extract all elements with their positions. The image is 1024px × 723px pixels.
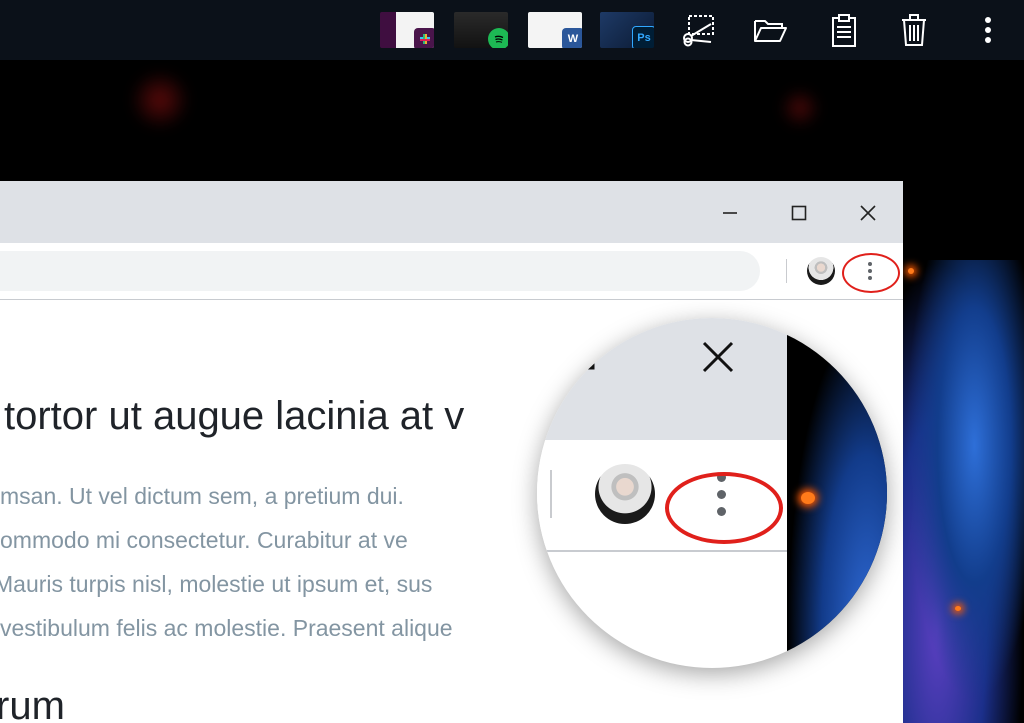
window-titlebar[interactable] [0, 181, 903, 243]
trash-icon[interactable] [896, 12, 932, 48]
lens-toolbar [537, 440, 787, 552]
close-icon[interactable] [848, 193, 888, 233]
close-icon [702, 341, 734, 373]
lens-desktop [787, 318, 887, 668]
menu-highlight-ring [665, 472, 783, 544]
screenshot-scissors-icon[interactable] [681, 12, 717, 48]
maximize-icon[interactable] [779, 193, 819, 233]
word-icon: W [562, 28, 582, 48]
address-bar[interactable] [0, 251, 760, 291]
minimize-icon[interactable] [710, 193, 750, 233]
magnifier-lens [537, 318, 887, 668]
lens-titlebar [537, 318, 787, 440]
browser-toolbar [0, 243, 903, 300]
spotify-window-thumb[interactable] [454, 12, 508, 48]
folder-open-icon[interactable] [752, 12, 788, 48]
paragraph-line: vestibulum felis ac molestie. Praesent a… [0, 615, 453, 641]
paragraph-line: ommodo mi consectetur. Curabitur at ve [0, 527, 408, 553]
toolbar-divider [550, 470, 552, 518]
desktop-ember [955, 606, 961, 611]
menu-highlight-ring [842, 253, 900, 293]
profile-avatar[interactable] [807, 257, 835, 285]
photoshop-icon: Ps [632, 26, 654, 48]
paragraph-line: Mauris turpis nisl, molestie ut ipsum et… [0, 571, 433, 597]
desktop-ember [908, 268, 914, 274]
profile-avatar [595, 464, 655, 524]
toolbar-divider [786, 259, 787, 283]
desktop-glow [780, 88, 820, 128]
photoshop-window-thumb[interactable]: Ps [600, 12, 654, 48]
slack-window-thumb[interactable] [380, 12, 434, 48]
maximize-icon [577, 348, 595, 370]
paragraph-line: msan. Ut vel dictum sem, a pretium dui. [0, 483, 404, 509]
slack-icon [414, 28, 434, 48]
more-vertical-icon[interactable] [970, 12, 1006, 48]
page-subheading: rum [0, 684, 65, 723]
desktop-glow [130, 70, 190, 130]
page-heading: tortor ut augue lacinia at v [4, 394, 465, 438]
clipboard-icon[interactable] [826, 12, 862, 48]
taskbar: W Ps [0, 0, 1024, 60]
desktop-wallpaper-flame [900, 260, 1024, 723]
word-window-thumb[interactable]: W [528, 12, 582, 48]
spotify-icon [488, 28, 508, 48]
desktop-ember [801, 492, 815, 504]
